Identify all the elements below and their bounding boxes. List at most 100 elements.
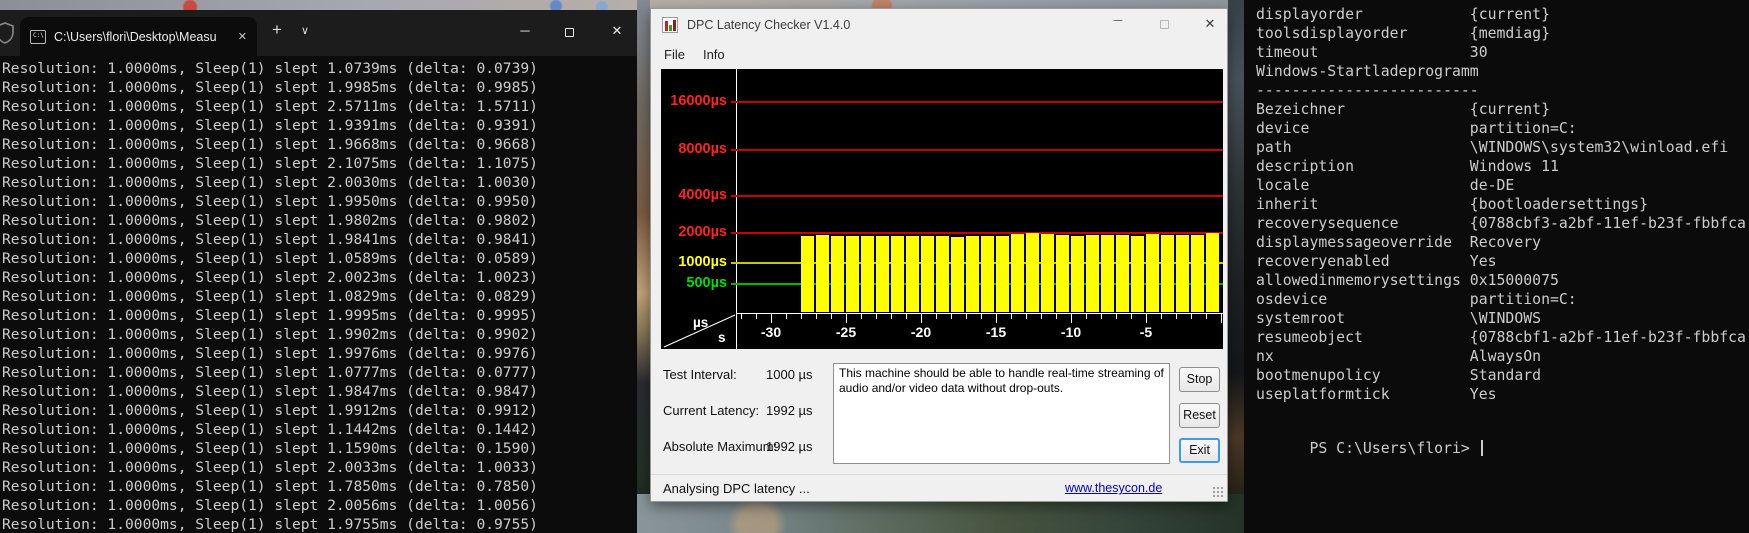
menu-file[interactable]: File [664,47,685,62]
terminal-output-line: Resolution: 1.0000ms, Sleep(1) slept 1.9… [2,192,637,211]
latency-bar [1161,235,1174,312]
y-axis-label: 1000µs [661,254,727,270]
x-axis-major-tick [846,314,847,323]
terminal-minimize-button[interactable]: ─ [508,23,542,38]
latency-bar [1056,235,1069,312]
y-axis-label: 4000µs [661,187,727,203]
terminal-output-line: Resolution: 1.0000ms, Sleep(1) slept 1.0… [2,363,637,382]
powershell-output-line: toolsdisplayorder {memdiag} [1256,24,1749,43]
x-axis-minor-tick [1026,314,1027,319]
dpc-app-icon [662,17,678,33]
terminal-tab[interactable]: C:\ C:\Users\flori\Desktop\Measu ✕ [20,17,257,56]
powershell-output-line: inherit {bootloadersettings} [1256,195,1749,214]
terminal-output-line: Resolution: 1.0000ms, Sleep(1) slept 1.9… [2,515,637,533]
reset-button[interactable]: Reset [1179,403,1220,428]
dpc-window-title: DPC Latency Checker V1.4.0 [687,18,850,32]
terminal-output-line: Resolution: 1.0000ms, Sleep(1) slept 2.0… [2,496,637,515]
terminal-output-line: Resolution: 1.0000ms, Sleep(1) slept 2.5… [2,97,637,116]
exit-button[interactable]: Exit [1179,438,1220,463]
maximize-icon [1160,20,1169,29]
new-tab-button[interactable]: + [272,20,282,40]
tab-close-icon[interactable]: ✕ [236,30,247,43]
terminal-output[interactable]: Resolution: 1.0000ms, Sleep(1) slept 1.0… [0,56,637,533]
thesycon-link[interactable]: www.thesycon.de [1065,481,1162,495]
x-axis-label: -5 [1124,324,1168,340]
latency-bar [1176,235,1189,312]
latency-bar [846,236,859,312]
latency-bar [1071,236,1084,312]
text-cursor-icon [1481,440,1483,456]
powershell-output-line: systemroot \WINDOWS [1256,309,1749,328]
maximize-icon [565,28,574,37]
x-axis-minor-tick [906,314,907,319]
terminal-output-line: Resolution: 1.0000ms, Sleep(1) slept 1.9… [2,135,637,154]
x-axis-minor-tick [1176,314,1177,319]
resize-grip[interactable] [1211,485,1224,498]
powershell-output-line: allowedinmemorysettings 0x15000075 [1256,271,1749,290]
terminal-output-line: Resolution: 1.0000ms, Sleep(1) slept 1.0… [2,249,637,268]
x-axis-minor-tick [816,314,817,319]
dpc-minimize-button[interactable]: ─ [1103,13,1133,27]
powershell-panel[interactable]: displayorder {current}toolsdisplayorder … [1244,0,1749,533]
powershell-output-line: Windows-Startladeprogramm [1256,62,1749,81]
latency-bar [1146,234,1159,312]
latency-bar [966,236,979,312]
x-axis-minor-tick [1161,314,1162,319]
powershell-output-line: displayorder {current} [1256,5,1749,24]
terminal-output-line: Resolution: 1.0000ms, Sleep(1) slept 1.7… [2,477,637,496]
stop-button[interactable]: Stop [1179,367,1220,392]
command-prompt-icon: C:\ [30,30,46,44]
x-axis-minor-tick [891,314,892,319]
dpc-maximize-button[interactable] [1149,18,1179,32]
powershell-prompt[interactable]: PS C:\Users\flori> [1256,423,1483,474]
x-axis-minor-tick [936,314,937,319]
latency-bar [1011,234,1024,312]
stat-label: Test Interval: [663,367,737,382]
dpc-close-button[interactable]: ✕ [1195,16,1225,32]
latency-bar [1116,235,1129,312]
x-axis-label: -30 [749,324,793,340]
gridline-4000us [731,195,1223,197]
powershell-output-line: device partition=C: [1256,119,1749,138]
terminal-output-line: Resolution: 1.0000ms, Sleep(1) slept 1.0… [2,59,637,78]
x-axis-minor-tick [1086,314,1087,319]
terminal-close-button[interactable]: ✕ [600,23,634,39]
latency-bar [981,236,994,312]
latency-bar [936,236,949,312]
terminal-output-line: Resolution: 1.0000ms, Sleep(1) slept 1.9… [2,116,637,135]
latency-bar [861,236,874,312]
powershell-output-line: useplatformtick Yes [1256,385,1749,404]
stat-value: 1992 µs [766,403,813,418]
dpc-title-bar: DPC Latency Checker V1.4.0 ─ ✕ [651,9,1227,41]
terminal-output-line: Resolution: 1.0000ms, Sleep(1) slept 1.1… [2,420,637,439]
tab-dropdown-icon[interactable]: ∨ [301,24,309,37]
x-axis-label: -25 [824,324,868,340]
latency-bar [921,236,934,312]
terminal-output-line: Resolution: 1.0000ms, Sleep(1) slept 1.9… [2,78,637,97]
terminal-output-line: Resolution: 1.0000ms, Sleep(1) slept 1.9… [2,344,637,363]
powershell-output-line: description Windows 11 [1256,157,1749,176]
x-axis-minor-tick [981,314,982,319]
powershell-output-line: timeout 30 [1256,43,1749,62]
y-axis-label: 8000µs [661,141,727,157]
terminal-output-line: Resolution: 1.0000ms, Sleep(1) slept 2.0… [2,268,637,287]
y-axis-unit-label: µs [693,315,708,330]
powershell-output-line: recoverysequence {0788cbf3-a2bf-11ef-b23… [1256,214,1749,233]
dpc-status-bar: Analysing DPC latency ... www.thesycon.d… [651,474,1227,501]
status-message: Analysing DPC latency ... [663,481,810,496]
latency-bar [1191,235,1204,312]
terminal-output-line: Resolution: 1.0000ms, Sleep(1) slept 2.1… [2,154,637,173]
x-axis-major-tick [996,314,997,323]
latency-bar [831,236,844,312]
analysis-message-box: This machine should be able to handle re… [833,363,1170,464]
terminal-maximize-button[interactable] [552,25,586,40]
terminal-window: C:\ C:\Users\flori\Desktop\Measu ✕ + ∨ ─… [0,10,637,533]
terminal-output-line: Resolution: 1.0000ms, Sleep(1) slept 1.0… [2,287,637,306]
latency-bar [1041,234,1054,312]
terminal-tab-bar: C:\ C:\Users\flori\Desktop\Measu ✕ + ∨ ─… [0,10,637,56]
powershell-output-line: resumeobject {0788cbf1-a2bf-11ef-b23f-fb… [1256,328,1749,347]
terminal-output-line: Resolution: 1.0000ms, Sleep(1) slept 1.9… [2,401,637,420]
x-axis-minor-tick [1011,314,1012,319]
x-axis-minor-tick [876,314,877,319]
menu-info[interactable]: Info [703,47,725,62]
